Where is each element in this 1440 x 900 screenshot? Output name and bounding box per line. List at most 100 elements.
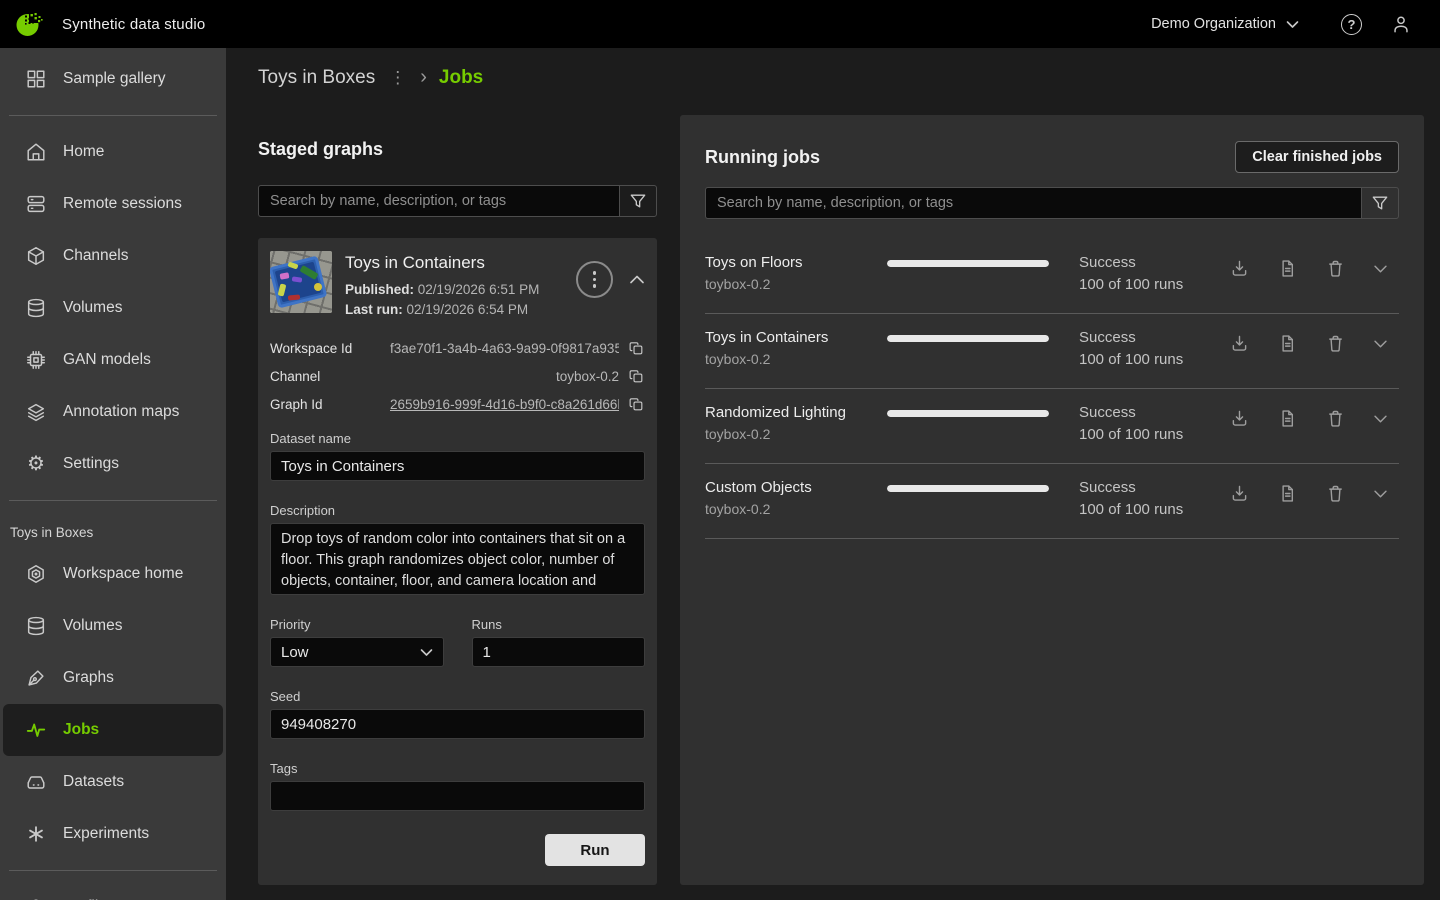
job-status: Success — [1079, 402, 1229, 424]
sidebar-item-ws-volumes[interactable]: Volumes — [3, 600, 223, 652]
running-search-row — [705, 187, 1399, 219]
sidebar-item-profile[interactable]: Profile — [3, 881, 223, 900]
staged-search-input[interactable] — [258, 185, 619, 217]
sidebar-item-experiments[interactable]: Experiments — [3, 808, 223, 860]
running-filter-button[interactable] — [1361, 187, 1399, 219]
last-run-value: 02/19/2026 6:54 PM — [407, 302, 529, 317]
chevron-down-icon — [1286, 20, 1299, 29]
trash-icon[interactable] — [1325, 408, 1346, 429]
sidebar-item-label: Volumes — [63, 299, 122, 317]
copy-icon[interactable] — [628, 340, 645, 357]
expand-job-icon[interactable] — [1373, 489, 1388, 499]
breadcrumb-menu-icon[interactable]: ⋮ — [387, 69, 408, 86]
copy-icon[interactable] — [628, 396, 645, 413]
seed-input[interactable] — [270, 709, 645, 739]
download-icon[interactable] — [1229, 258, 1250, 279]
trash-icon[interactable] — [1325, 483, 1346, 504]
graph-thumbnail — [270, 251, 332, 313]
workspace-section-label: Toys in Boxes — [0, 511, 226, 548]
breadcrumb: Toys in Boxes ⋮ › Jobs — [258, 66, 483, 89]
meta-row-graph-id: Graph Id 2659b916-999f-4d16-b9f0-c8a261d… — [270, 390, 645, 418]
breadcrumb-current: Jobs — [439, 67, 483, 89]
sidebar-item-channels[interactable]: Channels — [3, 230, 223, 282]
sidebar-item-settings[interactable]: ⚙ Settings — [3, 438, 223, 490]
collapse-card-button[interactable] — [629, 274, 645, 285]
sidebar-divider — [9, 115, 217, 116]
trash-icon[interactable] — [1325, 333, 1346, 354]
runs-label: Runs — [472, 617, 646, 633]
graph-last-run: Last run: 02/19/2026 6:54 PM — [345, 300, 576, 320]
graph-card-header: Toys in Containers Published: 02/19/2026… — [270, 251, 645, 320]
sidebar-item-label: Settings — [63, 455, 119, 473]
pulse-icon — [24, 719, 48, 741]
dataset-name-label: Dataset name — [270, 431, 645, 447]
breadcrumb-workspace[interactable]: Toys in Boxes — [258, 67, 375, 89]
help-button[interactable]: ? — [1341, 14, 1362, 35]
job-row: Randomized Lighting toybox-0.2 Success 1… — [705, 389, 1399, 464]
sidebar-item-volumes[interactable]: Volumes — [3, 282, 223, 334]
sidebar-item-annotation-maps[interactable]: Annotation maps — [3, 386, 223, 438]
graph-id-link[interactable]: 2659b916-999f-4d16-b9f0-c8a261d66b14 — [390, 397, 619, 412]
layers-icon — [24, 401, 48, 423]
log-file-icon[interactable] — [1277, 408, 1298, 429]
person-icon — [24, 896, 48, 900]
log-file-icon[interactable] — [1277, 483, 1298, 504]
sidebar-item-sample-gallery[interactable]: Sample gallery — [3, 53, 223, 105]
tags-input[interactable] — [270, 781, 645, 811]
sidebar-item-label: Sample gallery — [63, 70, 166, 88]
download-icon[interactable] — [1229, 333, 1250, 354]
description-input[interactable]: Drop toys of random color into container… — [270, 523, 645, 595]
org-selector[interactable]: Demo Organization — [1151, 16, 1299, 32]
user-menu-button[interactable] — [1390, 13, 1412, 35]
breadcrumb-separator-icon: › — [420, 66, 427, 89]
download-icon[interactable] — [1229, 408, 1250, 429]
job-status: Success — [1079, 327, 1229, 349]
sidebar-item-datasets[interactable]: Datasets — [3, 756, 223, 808]
meta-label: Graph Id — [270, 397, 390, 412]
staged-filter-button[interactable] — [619, 185, 657, 217]
filter-icon — [1370, 193, 1390, 213]
sidebar-item-remote-sessions[interactable]: Remote sessions — [3, 178, 223, 230]
sidebar-item-graphs[interactable]: Graphs — [3, 652, 223, 704]
trash-icon[interactable] — [1325, 258, 1346, 279]
log-file-icon[interactable] — [1277, 333, 1298, 354]
channel-value: toybox-0.2 — [390, 369, 619, 384]
job-progress-bar — [887, 260, 1049, 267]
seed-label: Seed — [270, 689, 645, 705]
expand-job-icon[interactable] — [1373, 339, 1388, 349]
description-label: Description — [270, 503, 645, 519]
running-search-input[interactable] — [705, 187, 1361, 219]
job-progress-bar — [887, 410, 1049, 417]
job-channel: toybox-0.2 — [705, 499, 887, 521]
app-title: Synthetic data studio — [62, 16, 205, 33]
sidebar-item-label: Workspace home — [63, 565, 183, 583]
expand-job-icon[interactable] — [1373, 264, 1388, 274]
job-runs-count: 100 of 100 runs — [1079, 349, 1229, 371]
sidebar-item-workspace-home[interactable]: Workspace home — [3, 548, 223, 600]
expand-job-icon[interactable] — [1373, 414, 1388, 424]
job-channel: toybox-0.2 — [705, 349, 887, 371]
sidebar-item-label: Graphs — [63, 669, 114, 687]
graph-menu-button[interactable] — [576, 261, 613, 298]
runs-input[interactable] — [472, 637, 646, 667]
run-button[interactable]: Run — [545, 834, 645, 866]
priority-select[interactable]: Low — [270, 637, 444, 667]
help-icon: ? — [1341, 14, 1362, 35]
sidebar-item-gan-models[interactable]: GAN models — [3, 334, 223, 386]
published-label: Published: — [345, 282, 414, 297]
kebab-icon — [593, 271, 597, 288]
copy-icon[interactable] — [628, 368, 645, 385]
clear-finished-jobs-button[interactable]: Clear finished jobs — [1235, 141, 1399, 173]
job-name: Randomized Lighting — [705, 402, 887, 424]
dataset-name-input[interactable] — [270, 451, 645, 481]
download-icon[interactable] — [1229, 483, 1250, 504]
log-file-icon[interactable] — [1277, 258, 1298, 279]
workspace-id-value: f3ae70f1-3a4b-4a63-9a99-0f9817a9358d — [390, 341, 619, 356]
sidebar-item-home[interactable]: Home — [3, 126, 223, 178]
job-channel: toybox-0.2 — [705, 274, 887, 296]
person-icon — [1390, 13, 1412, 35]
meta-label: Workspace Id — [270, 341, 390, 356]
sidebar-item-jobs[interactable]: Jobs — [3, 704, 223, 756]
app-logo-icon — [14, 9, 44, 39]
running-jobs-title: Running jobs — [705, 146, 820, 168]
